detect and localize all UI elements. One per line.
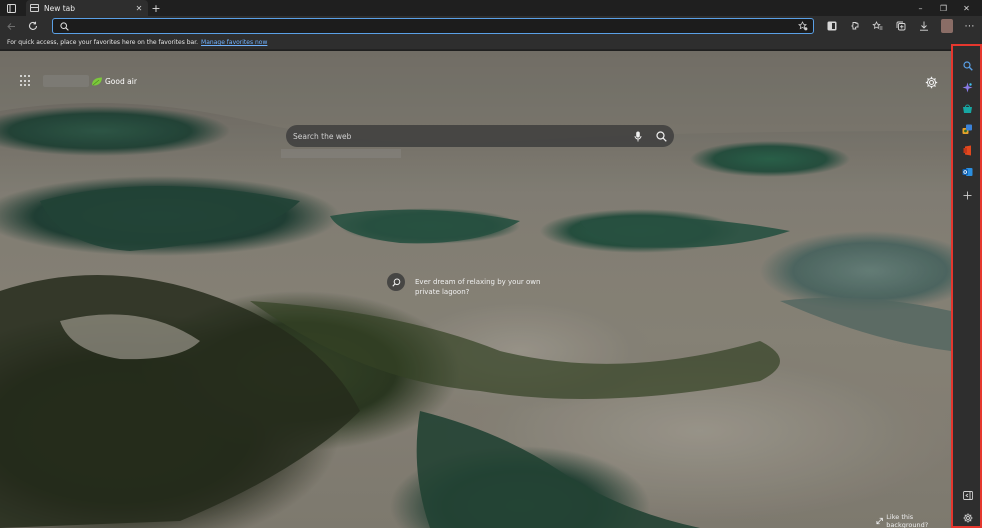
add-favorite-button[interactable] [797,20,809,32]
search-suggestion-strip [281,149,401,158]
voice-search-button[interactable] [628,125,648,147]
games-icon [962,124,972,134]
gear-icon [963,513,972,522]
image-promo[interactable]: Ever dream of relaxing by your own priva… [387,273,545,297]
favorites-bar-message: For quick access, place your favorites h… [7,39,199,46]
puzzle-icon [851,22,858,30]
promo-search-button[interactable] [387,273,405,291]
sidebar-hide-button[interactable] [961,489,974,502]
split-screen-button[interactable] [820,16,843,36]
office-icon [963,145,971,156]
sidebar-outlook-button[interactable] [961,165,974,178]
minimize-button[interactable]: – [909,0,932,16]
search-icon [391,278,400,287]
promo-text: Ever dream of relaxing by your own priva… [415,278,541,296]
microphone-icon [634,131,642,141]
downloads-button[interactable] [912,16,935,36]
apps-launcher-button[interactable] [20,75,32,87]
back-arrow-icon [6,22,15,30]
toolbar-icons: ⋯ [820,16,981,36]
refresh-icon [29,21,38,30]
weather-widget[interactable]: Good air [43,73,137,89]
gear-icon [925,76,938,89]
manage-favorites-link[interactable]: Manage favorites now [201,39,267,46]
tab-title: New tab [44,3,76,13]
star-add-icon [798,21,808,31]
profile-button[interactable] [935,16,958,36]
tab-actions-button[interactable] [0,0,22,16]
sidebar-office-button[interactable] [961,144,974,157]
edge-sidebar [951,44,982,528]
sidebar-search-button[interactable] [961,59,974,72]
avatar [940,19,953,33]
extensions-button[interactable] [843,16,866,36]
tab-close-button[interactable]: ✕ [134,4,144,13]
air-quality-label: Good air [105,76,137,86]
sidebar-add-button[interactable] [961,189,974,202]
expand-icon [876,517,883,525]
search-submit-button[interactable] [651,125,671,147]
location-placeholder [43,75,89,87]
shopping-icon [963,104,972,113]
page-settings-button[interactable] [925,74,938,89]
address-bar[interactable] [52,18,814,34]
search-icon [962,60,973,71]
refresh-button[interactable] [22,16,44,36]
outlook-icon [962,167,973,176]
add-icon [963,191,972,200]
new-tab-page-icon [30,4,39,12]
favorites-bar: For quick access, place your favorites h… [0,36,982,50]
sidebar-settings-button[interactable] [961,511,974,524]
split-screen-icon [827,21,836,31]
like-background-button[interactable]: Like this background? [876,513,951,528]
hide-sidebar-icon [962,491,973,500]
collections-icon [896,21,905,31]
tab-new-tab[interactable]: New tab ✕ [26,0,148,16]
new-tab-page: Good air Ever dream of relaxing by your … [0,51,951,528]
tab-actions-icon [6,3,16,13]
web-search-box[interactable] [286,125,674,147]
search-icon [60,21,69,31]
sidebar-copilot-button[interactable] [961,81,974,94]
maximize-button[interactable]: ❐ [932,0,955,16]
like-background-label: Like this background? [886,513,929,528]
favorites-icon [872,21,883,30]
back-button[interactable] [0,16,22,36]
search-icon [655,130,667,142]
copilot-icon [962,82,973,93]
address-input[interactable] [74,22,797,30]
collections-button[interactable] [889,16,912,36]
sidebar-shopping-button[interactable] [961,102,974,115]
favorites-button[interactable] [866,16,889,36]
window-controls: – ❐ ✕ [909,0,978,16]
new-tab-button[interactable]: + [150,0,162,16]
more-icon: ⋯ [964,20,975,32]
close-window-button[interactable]: ✕ [955,0,978,16]
web-search-input[interactable] [293,131,628,141]
sidebar-games-button[interactable] [961,123,974,136]
leaf-icon [92,77,102,85]
settings-and-more-button[interactable]: ⋯ [958,16,981,36]
download-icon [919,21,928,31]
